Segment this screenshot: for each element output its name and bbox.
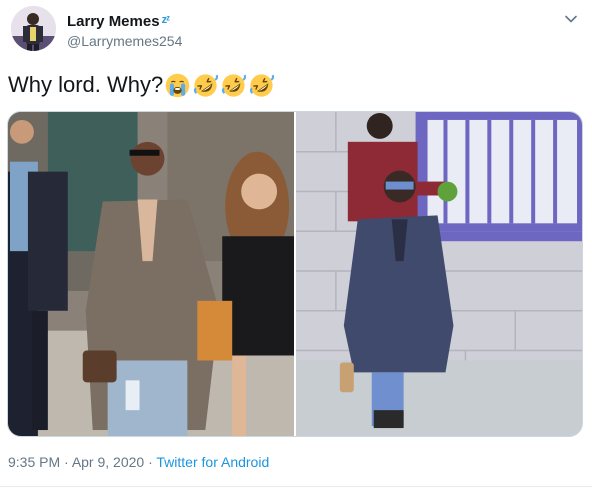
emoji-row [165, 73, 275, 98]
rolling-on-floor-laughing-icon [194, 73, 219, 97]
meta-separator: · [60, 454, 72, 470]
chevron-down-icon[interactable] [564, 12, 578, 26]
zzz-icon: zᶻ [161, 14, 171, 26]
display-name[interactable]: Larry Memes zᶻ [67, 13, 171, 30]
photo-right[interactable] [296, 112, 582, 436]
tweet-text: Why lord. Why? [8, 72, 275, 98]
photo-left-image [8, 112, 294, 436]
avatar[interactable] [11, 6, 56, 51]
media-grid [7, 111, 583, 437]
photo-right-image [296, 112, 582, 436]
meta-separator: · [144, 454, 157, 470]
divider [0, 486, 592, 487]
photo-left[interactable] [8, 112, 294, 436]
rolling-on-floor-laughing-icon [222, 73, 247, 97]
loudly-crying-face-icon [165, 73, 190, 97]
avatar-image [11, 6, 56, 51]
tweet-source-link[interactable]: Twitter for Android [156, 454, 269, 470]
tweet-card: Larry Memes zᶻ @Larrymemes254 Why lord. W… [0, 0, 592, 499]
rolling-on-floor-laughing-icon [250, 73, 275, 97]
tweet-text-body: Why lord. Why? [8, 72, 164, 97]
tweet-time[interactable]: 9:35 PM [8, 454, 60, 470]
user-handle[interactable]: @Larrymemes254 [67, 33, 182, 49]
tweet-meta: 9:35 PM · Apr 9, 2020 · Twitter for Andr… [8, 454, 269, 470]
tweet-date[interactable]: Apr 9, 2020 [72, 454, 144, 470]
display-name-text: Larry Memes [67, 13, 160, 30]
